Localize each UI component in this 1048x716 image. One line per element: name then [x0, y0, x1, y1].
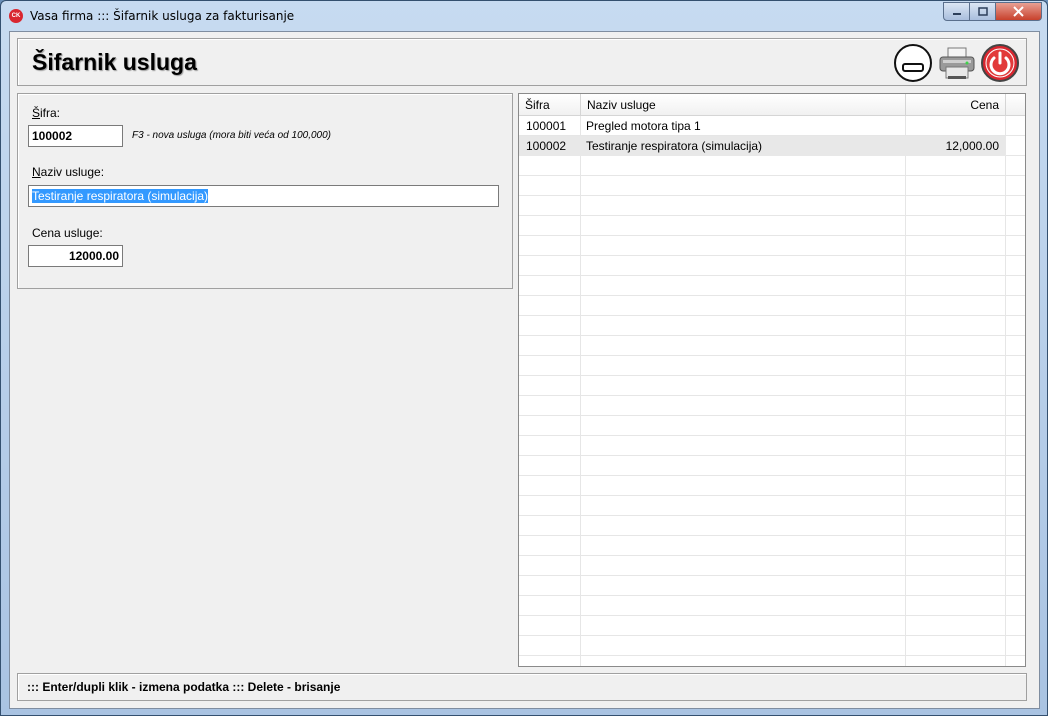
- grid-row-line: [519, 475, 1025, 476]
- grid-row-line: [519, 335, 1025, 336]
- code-label: Šifra:: [32, 106, 60, 120]
- power-icon: [981, 44, 1019, 82]
- column-header-name[interactable]: Naziv usluge: [581, 94, 906, 116]
- window-title: Vasa firma ::: Šifarnik usluga za faktur…: [30, 9, 295, 23]
- grid-row-line: [519, 435, 1025, 436]
- print-button[interactable]: [937, 43, 977, 83]
- grid-row-line: [519, 495, 1025, 496]
- status-bar: ::: Enter/dupli klik - izmena podatka ::…: [17, 673, 1027, 701]
- code-hint: F3 - nova usluga (mora biti veća od 100,…: [132, 130, 331, 141]
- name-label: Naziv usluge:: [32, 165, 104, 179]
- grid-row-line: [519, 595, 1025, 596]
- code-label-text: ifra:: [40, 106, 61, 120]
- column-header-code[interactable]: Šifra: [519, 94, 581, 116]
- services-grid[interactable]: Šifra Naziv usluge Cena 100001 Pregled m…: [518, 93, 1026, 667]
- grid-row-line: [519, 235, 1025, 236]
- grid-row-line: [519, 615, 1025, 616]
- grid-row-line: [519, 395, 1025, 396]
- price-label: Cena usluge:: [32, 226, 103, 240]
- row-price: 12,000.00: [945, 139, 999, 153]
- grid-row-line: [519, 375, 1025, 376]
- page-title: Šifarnik usluga: [32, 49, 197, 75]
- window-minimize-button[interactable]: [943, 2, 970, 21]
- row-code: 100002: [526, 139, 567, 153]
- printer-icon: [939, 47, 975, 79]
- app-window: CK Vasa firma ::: Šifarnik usluga za fak…: [0, 0, 1048, 716]
- grid-row-line: [519, 255, 1025, 256]
- exit-button[interactable]: [980, 43, 1020, 83]
- grid-row-line: [519, 295, 1025, 296]
- code-field[interactable]: 100002: [28, 125, 123, 147]
- row-name: Pregled motora tipa 1: [586, 119, 701, 133]
- grid-row-line: [519, 215, 1025, 216]
- grid-column-divider: [1005, 116, 1006, 666]
- minimize-form-button[interactable]: [893, 43, 933, 83]
- column-header-price[interactable]: Cena: [906, 94, 1006, 116]
- grid-row-line: [519, 175, 1025, 176]
- grid-row-line: [519, 655, 1025, 656]
- grid-column-divider: [905, 116, 906, 666]
- name-field[interactable]: Testiranje respiratora (simulacija): [28, 185, 499, 207]
- grid-row-line: [519, 315, 1025, 316]
- name-label-accesskey: N: [32, 165, 41, 179]
- edit-form-panel: Šifra: 100002 F3 - nova usluga (mora bit…: [17, 93, 513, 289]
- grid-row-line: [519, 575, 1025, 576]
- window-controls: [943, 2, 1042, 21]
- table-row[interactable]: 100001 Pregled motora tipa 1: [519, 116, 1006, 136]
- price-field[interactable]: 12000.00: [28, 245, 123, 267]
- row-name: Testiranje respiratora (simulacija): [586, 139, 763, 153]
- grid-row-line: [519, 415, 1025, 416]
- title-bar[interactable]: CK Vasa firma ::: Šifarnik usluga za fak…: [1, 1, 1047, 31]
- maximize-icon: [977, 7, 988, 16]
- grid-body: 100001 Pregled motora tipa 1 100002 Test…: [519, 116, 1025, 666]
- window-maximize-button[interactable]: [970, 2, 996, 21]
- close-icon: [1013, 6, 1024, 17]
- window-close-button[interactable]: [996, 2, 1042, 21]
- minimize-icon: [952, 12, 961, 15]
- app-logo-icon[interactable]: CK: [9, 9, 23, 23]
- grid-column-divider: [580, 116, 581, 666]
- grid-row-line: [519, 635, 1025, 636]
- grid-row-line: [519, 195, 1025, 196]
- grid-row-line: [519, 515, 1025, 516]
- minus-circle-icon: [894, 44, 932, 82]
- row-code: 100001: [526, 119, 567, 133]
- name-field-selected-text: Testiranje respiratora (simulacija): [32, 189, 209, 203]
- grid-header: Šifra Naziv usluge Cena: [519, 94, 1025, 116]
- grid-row-line: [519, 275, 1025, 276]
- header-panel: Šifarnik usluga: [17, 38, 1027, 86]
- code-label-accesskey: Š: [32, 106, 41, 120]
- grid-row-line: [519, 355, 1025, 356]
- grid-row-line: [519, 535, 1025, 536]
- name-label-text: aziv usluge:: [40, 165, 105, 179]
- grid-row-line: [519, 455, 1025, 456]
- grid-row-line: [519, 555, 1025, 556]
- status-text: ::: Enter/dupli klik - izmena podatka ::…: [27, 680, 341, 694]
- table-row-selected[interactable]: 100002 Testiranje respiratora (simulacij…: [519, 136, 1006, 156]
- client-area: Šifarnik usluga Šifra: 100002 F3 - nova …: [9, 31, 1040, 709]
